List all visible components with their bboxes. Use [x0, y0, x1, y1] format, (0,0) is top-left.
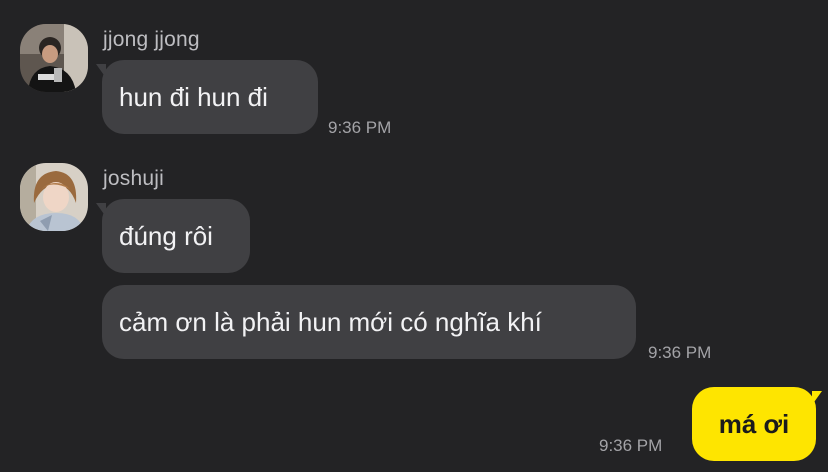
chat-room[interactable]: jjong jjong hun đi hun đi 9:36 PM joshuj… [0, 0, 828, 472]
message-bubble[interactable]: đúng rôi [102, 199, 250, 273]
sender-name: jjong jjong [103, 28, 200, 51]
my-message-bubble[interactable]: má ơi [692, 387, 816, 461]
message-time: 9:36 PM [599, 436, 663, 455]
sender-name: joshuji [103, 167, 164, 190]
avatar-joshuji[interactable] [20, 163, 88, 231]
message-bubble[interactable]: hun đi hun đi [102, 60, 318, 134]
message-time: 9:36 PM [328, 118, 392, 137]
avatar-jjong-jjong[interactable] [20, 24, 88, 92]
message-time: 9:36 PM [648, 343, 712, 362]
message-bubble[interactable]: cảm ơn là phải hun mới có nghĩa khí [102, 285, 636, 359]
